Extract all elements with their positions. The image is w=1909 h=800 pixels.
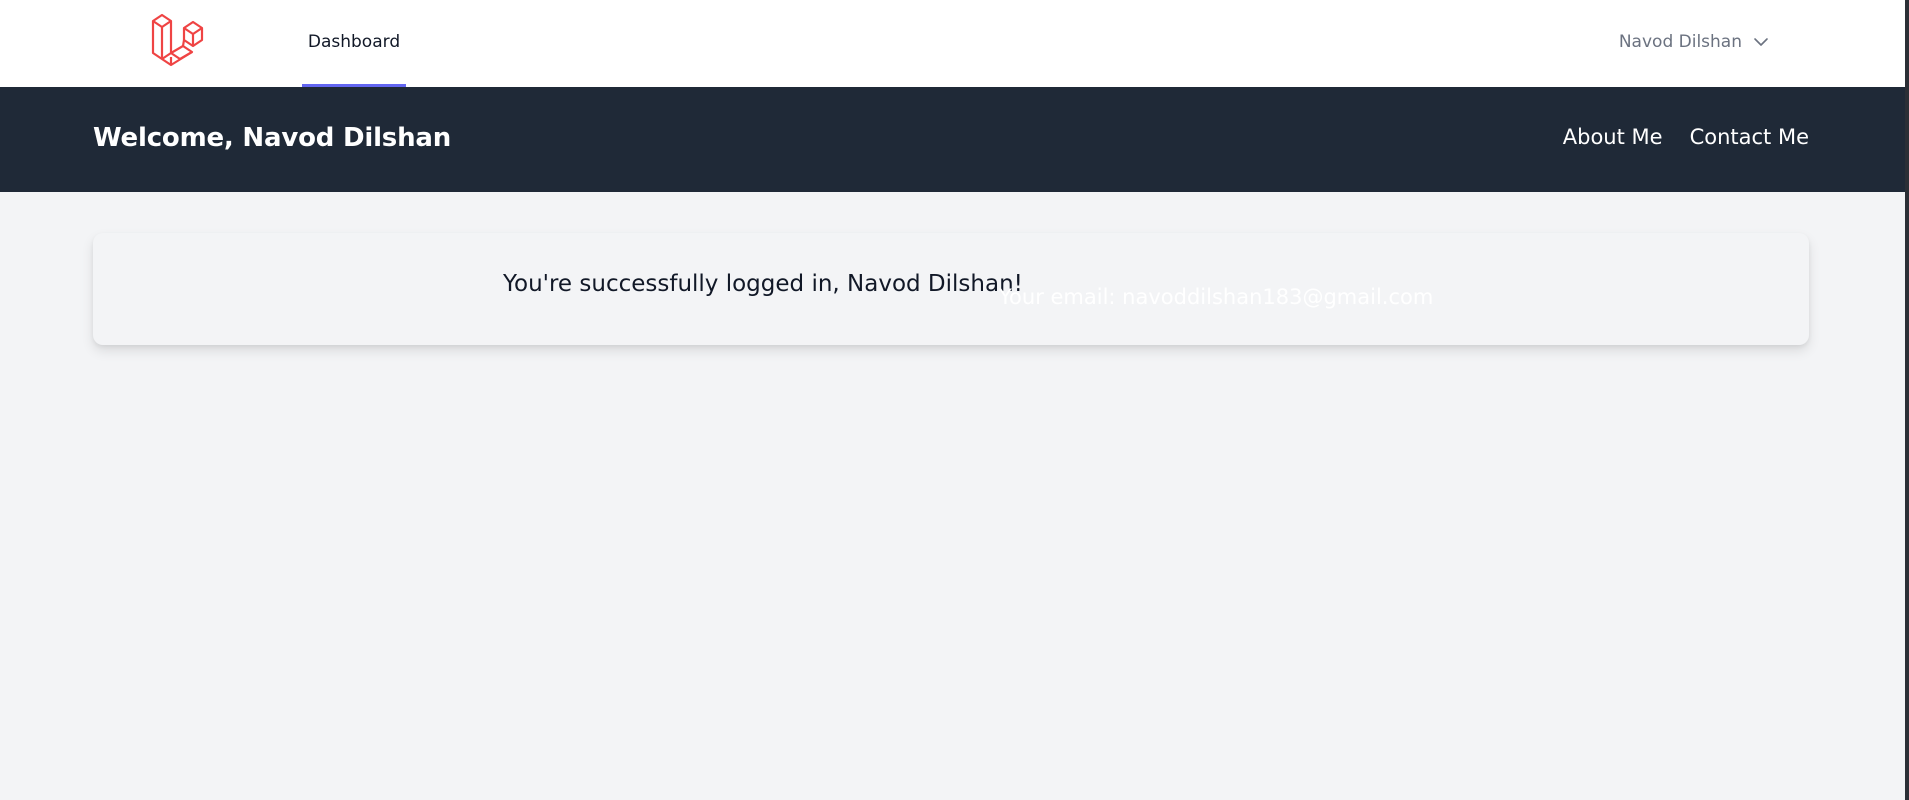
- user-menu-dropdown[interactable]: Navod Dilshan: [1619, 22, 1770, 62]
- top-navigation: Dashboard Navod Dilshan: [0, 0, 1905, 88]
- welcome-card: You're successfully logged in, Navod Dil…: [93, 233, 1809, 345]
- about-me-link[interactable]: About Me: [1563, 125, 1663, 149]
- page-title: Welcome, Navod Dilshan: [93, 123, 452, 153]
- tab-dashboard[interactable]: Dashboard: [302, 0, 406, 87]
- login-success-message: You're successfully logged in, Navod Dil…: [503, 271, 1023, 297]
- window-edge: [1905, 0, 1909, 800]
- contact-me-link[interactable]: Contact Me: [1690, 125, 1809, 149]
- user-name: Navod Dilshan: [1618, 32, 1742, 52]
- page: Dashboard Navod Dilshan Welcome, Navod D…: [0, 0, 1905, 800]
- tab-dashboard-label: Dashboard: [307, 32, 401, 52]
- page-header: Welcome, Navod Dilshan About Me Contact …: [0, 87, 1905, 192]
- laravel-logo-icon[interactable]: [150, 12, 212, 72]
- email-text: Your email: navoddilshan183@gmail.com: [999, 285, 1434, 309]
- header-links: About Me Contact Me: [1563, 125, 1809, 149]
- chevron-down-icon: [1752, 33, 1770, 51]
